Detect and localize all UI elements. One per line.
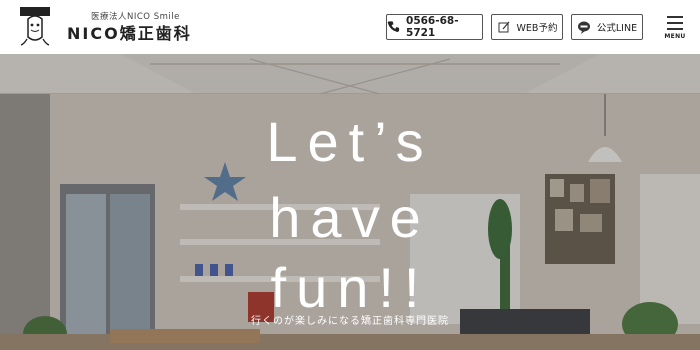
web-reserve-icon [498,21,509,33]
phone-number: 0566-68-5721 [406,15,459,39]
line-button[interactable]: 公式LINE [571,14,643,40]
logo-title[interactable]: NICO矯正歯科 [67,20,192,44]
phone-icon [387,21,400,32]
web-reserve-button[interactable]: WEB予約 [491,14,563,40]
menu-label: MENU [664,33,686,40]
web-reserve-label: WEB予約 [516,23,558,34]
hero-section: Let’s have fun!! 行くのが楽しみになる矯正歯科専門医院 [0,54,700,350]
phone-button[interactable]: 0566-68-5721 [386,14,483,40]
line-icon [577,21,590,34]
hero-headline-line-3: fun!! [270,256,430,319]
hero-headline-line-1: Let’s [266,110,434,173]
hero-headline-line-2: have [269,186,431,249]
hero-tagline: 行くのが楽しみになる矯正歯科専門医院 [251,316,449,327]
line-label: 公式LINE [596,23,638,34]
site-header: 医療法人NICO Smile NICO矯正歯科 0566-68-5721 WEB… [0,0,700,54]
menu-button[interactable]: MENU [661,14,689,42]
logo-mascot-icon[interactable] [18,5,52,49]
